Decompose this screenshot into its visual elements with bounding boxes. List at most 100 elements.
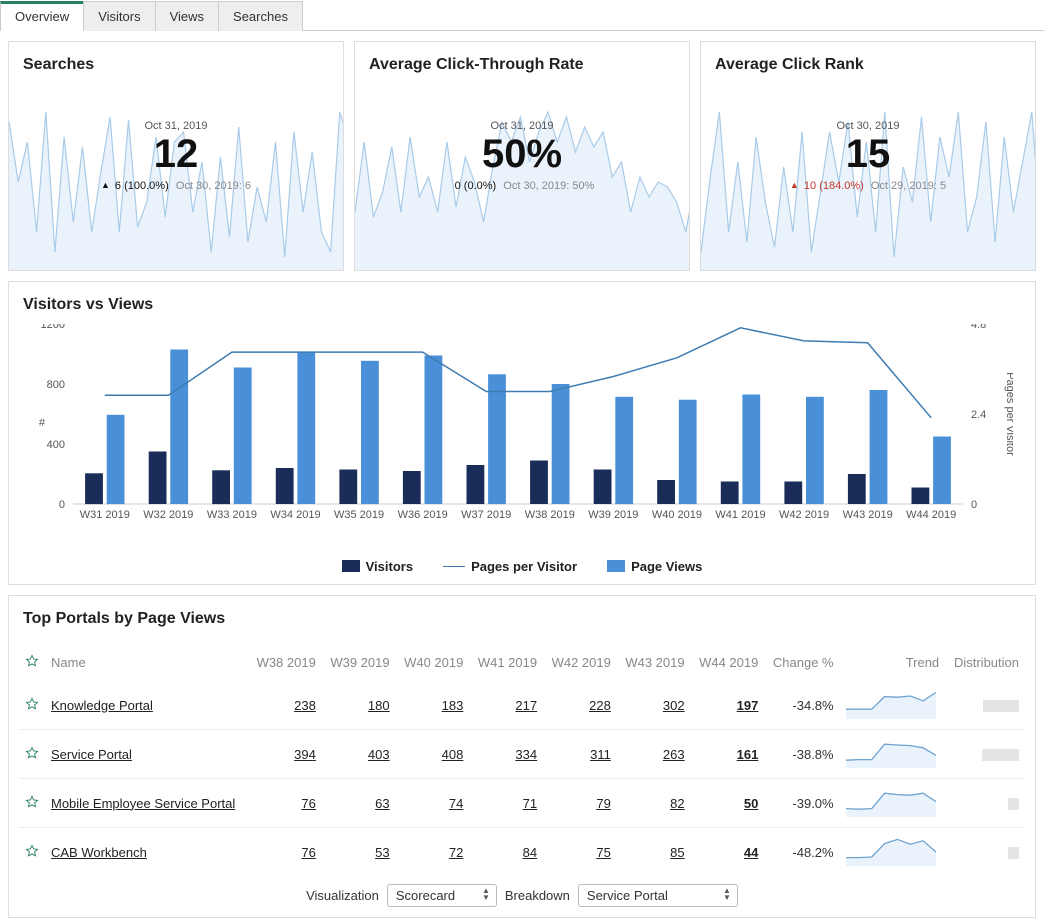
metric-link[interactable]: 197	[737, 698, 759, 713]
table-row: Knowledge Portal 238 180 183 217 228 302 197 -34…	[19, 681, 1025, 730]
column-header[interactable]: W44 2019	[691, 644, 765, 681]
kpi-date: Oct 31, 2019	[145, 120, 208, 132]
svg-text:W39 2019: W39 2019	[588, 509, 638, 521]
svg-text:W41 2019: W41 2019	[715, 509, 765, 521]
svg-text:Pages per Visitor: Pages per Visitor	[1004, 372, 1013, 456]
column-header[interactable]: W39 2019	[322, 644, 396, 681]
metric-link[interactable]: 53	[375, 845, 389, 860]
metric-link[interactable]: 161	[737, 747, 759, 762]
metric-link[interactable]: 183	[442, 698, 464, 713]
column-header[interactable]: Change %	[764, 644, 839, 681]
table-row: Mobile Employee Service Portal 76 63 74 71 79…	[19, 779, 1025, 828]
svg-text:400: 400	[47, 439, 65, 451]
kpi-card-1[interactable]: Average Click-Through Rate Oct 31, 2019 …	[354, 41, 690, 271]
metric-link[interactable]: 79	[596, 796, 610, 811]
kpi-value: 15	[846, 134, 891, 174]
metric-link[interactable]: 50	[744, 796, 758, 811]
star-icon[interactable]	[25, 697, 39, 711]
portal-link[interactable]: Mobile Employee Service Portal	[51, 796, 235, 811]
svg-text:W42 2019: W42 2019	[779, 509, 829, 521]
column-header[interactable]: Trend	[840, 644, 946, 681]
svg-text:1200: 1200	[41, 324, 65, 331]
svg-text:W31 2019: W31 2019	[80, 509, 130, 521]
change-pct: -48.2%	[764, 828, 839, 877]
metric-link[interactable]: 228	[589, 698, 611, 713]
column-header[interactable]: Distribution	[945, 644, 1025, 681]
column-header[interactable]: W40 2019	[396, 644, 470, 681]
trend-sparkline	[846, 691, 936, 719]
metric-link[interactable]: 334	[515, 747, 537, 762]
svg-text:W37 2019: W37 2019	[461, 509, 511, 521]
top-portals-table: NameW38 2019W39 2019W40 2019W41 2019W42 …	[19, 644, 1025, 876]
metric-link[interactable]: 85	[670, 845, 684, 860]
svg-text:2.4: 2.4	[971, 409, 986, 421]
metric-link[interactable]: 311	[590, 747, 611, 762]
tab-visitors[interactable]: Visitors	[83, 1, 155, 31]
metric-link[interactable]: 74	[449, 796, 463, 811]
change-pct: -34.8%	[764, 681, 839, 730]
change-pct: -38.8%	[764, 730, 839, 779]
metric-link[interactable]: 75	[596, 845, 610, 860]
metric-link[interactable]: 394	[294, 747, 316, 762]
portal-link[interactable]: Service Portal	[51, 747, 132, 762]
metric-link[interactable]: 82	[670, 796, 684, 811]
metric-link[interactable]: 408	[442, 747, 464, 762]
star-icon[interactable]	[25, 844, 39, 858]
metric-link[interactable]: 302	[663, 698, 685, 713]
tab-overview[interactable]: Overview	[0, 1, 84, 31]
svg-text:4.8: 4.8	[971, 324, 986, 331]
kpi-card-0[interactable]: Searches Oct 31, 2019 12 ▲ 6 (100.0%) Oc…	[8, 41, 344, 271]
svg-text:W40 2019: W40 2019	[652, 509, 702, 521]
kpi-delta: ▲ 10 (184.0%) Oct 29, 2019: 5	[790, 180, 946, 192]
table-row: CAB Workbench 76 53 72 84 75 85 44 -48.2%	[19, 828, 1025, 877]
column-header[interactable]: W41 2019	[469, 644, 543, 681]
svg-text:0: 0	[59, 499, 65, 511]
trend-sparkline	[846, 838, 936, 866]
svg-text:W36 2019: W36 2019	[398, 509, 448, 521]
svg-text:W33 2019: W33 2019	[207, 509, 257, 521]
svg-text:#: #	[39, 417, 46, 429]
metric-link[interactable]: 72	[449, 845, 463, 860]
metric-link[interactable]: 76	[301, 796, 315, 811]
kpi-delta: ▲ 6 (100.0%) Oct 30, 2019: 6	[101, 180, 251, 192]
svg-text:W44 2019: W44 2019	[906, 509, 956, 521]
visitors-vs-views-legend: Visitors Pages per Visitor Page Views	[23, 559, 1021, 574]
svg-text:W43 2019: W43 2019	[843, 509, 893, 521]
change-pct: -39.0%	[764, 779, 839, 828]
column-header[interactable]: Name	[45, 644, 248, 681]
kpi-card-2[interactable]: Average Click Rank Oct 30, 2019 15 ▲ 10 …	[700, 41, 1036, 271]
portal-link[interactable]: Knowledge Portal	[51, 698, 153, 713]
star-icon	[25, 654, 39, 668]
kpi-date: Oct 31, 2019	[491, 120, 554, 132]
visitors-vs-views-panel: Visitors vs Views 04008001200#02.44.8Pag…	[8, 281, 1036, 585]
metric-link[interactable]: 76	[301, 845, 315, 860]
metric-link[interactable]: 263	[663, 747, 685, 762]
tab-views[interactable]: Views	[155, 1, 219, 31]
column-header[interactable]: W42 2019	[543, 644, 617, 681]
column-header[interactable]: W43 2019	[617, 644, 691, 681]
metric-link[interactable]: 71	[523, 796, 537, 811]
metric-link[interactable]: 44	[744, 845, 758, 860]
tab-searches[interactable]: Searches	[218, 1, 303, 31]
kpi-delta: 0 (0.0%) Oct 30, 2019: 50%	[450, 180, 595, 192]
kpi-value: 50%	[482, 134, 562, 174]
favorite-column	[19, 644, 45, 681]
metric-link[interactable]: 180	[368, 698, 390, 713]
metric-link[interactable]: 63	[375, 796, 389, 811]
star-icon[interactable]	[25, 746, 39, 760]
metric-link[interactable]: 84	[523, 845, 537, 860]
trend-sparkline	[846, 789, 936, 817]
kpi-value: 12	[154, 134, 199, 174]
metric-link[interactable]: 403	[368, 747, 390, 762]
kpi-date: Oct 30, 2019	[837, 120, 900, 132]
metric-link[interactable]: 238	[294, 698, 316, 713]
metric-link[interactable]: 217	[515, 698, 537, 713]
portal-link[interactable]: CAB Workbench	[51, 845, 147, 860]
distribution-bar	[1008, 847, 1019, 859]
top-portals-title: Top Portals by Page Views	[23, 610, 1025, 628]
star-icon[interactable]	[25, 795, 39, 809]
top-portals-panel: Top Portals by Page Views NameW38 2019W3…	[8, 595, 1036, 918]
svg-text:800: 800	[47, 379, 65, 391]
column-header[interactable]: W38 2019	[248, 644, 322, 681]
table-controls: Visualization Scorecard ▲▼ Breakdown Ser…	[19, 876, 1025, 911]
